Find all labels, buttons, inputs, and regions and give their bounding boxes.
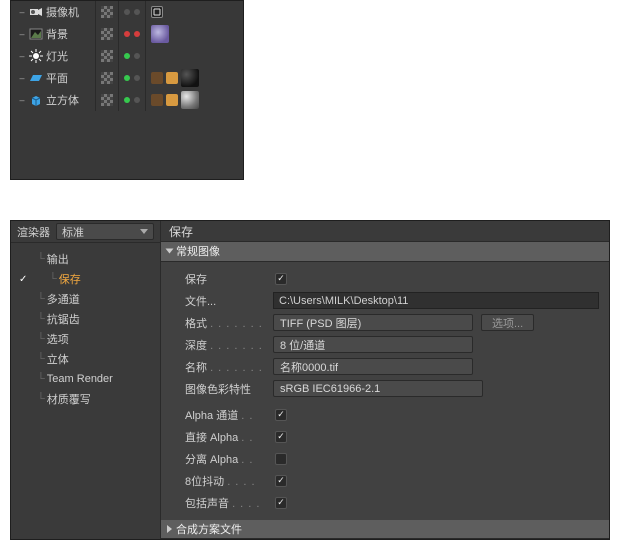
tag-icon[interactable] bbox=[166, 72, 178, 84]
layer-icon[interactable] bbox=[101, 6, 113, 18]
visibility-editor-dot[interactable] bbox=[124, 9, 130, 15]
tree-toggle-icon[interactable]: – bbox=[17, 7, 27, 17]
nav-item-options[interactable]: └选项 bbox=[11, 329, 160, 349]
nav-item-stereo[interactable]: └立体 bbox=[11, 349, 160, 369]
color-profile-label: 图像色彩特性 bbox=[185, 384, 251, 396]
alpha-checkbox[interactable] bbox=[275, 409, 287, 421]
tree-toggle-icon[interactable]: – bbox=[17, 29, 27, 39]
tree-toggle-icon[interactable]: – bbox=[17, 95, 27, 105]
light-icon bbox=[29, 49, 43, 63]
visibility-render-dot[interactable] bbox=[134, 53, 140, 59]
material-tag[interactable] bbox=[181, 91, 199, 109]
dither-checkbox[interactable] bbox=[275, 475, 287, 487]
visibility-render-dot[interactable] bbox=[134, 75, 140, 81]
nav-item-antialias[interactable]: └抗锯齿 bbox=[11, 309, 160, 329]
material-tag[interactable] bbox=[151, 25, 169, 43]
layer-icon[interactable] bbox=[101, 50, 113, 62]
object-row-light[interactable]: – 灯光 bbox=[11, 45, 243, 67]
alpha-label: Alpha 通道 bbox=[185, 410, 238, 422]
file-path-input[interactable]: C:\Users\MILK\Desktop\11 bbox=[273, 292, 599, 309]
background-icon bbox=[29, 27, 43, 41]
material-tag[interactable] bbox=[181, 69, 199, 87]
object-label: 立方体 bbox=[46, 92, 95, 108]
nav-item-output[interactable]: └输出 bbox=[11, 249, 160, 269]
format-label: 格式 bbox=[185, 318, 207, 330]
object-row-camera[interactable]: – 摄像机 bbox=[11, 1, 243, 23]
nav-item-multipass[interactable]: └多通道 bbox=[11, 289, 160, 309]
tag-icon[interactable] bbox=[151, 94, 163, 106]
dither-label: 8位抖动 bbox=[185, 476, 224, 488]
renderer-label: 渲染器 bbox=[17, 224, 50, 240]
visibility-render-dot[interactable] bbox=[134, 97, 140, 103]
cube-icon bbox=[29, 93, 43, 107]
file-label: 文件... bbox=[185, 296, 216, 308]
settings-nav: └输出 ✓└保存 └多通道 └抗锯齿 └选项 └立体 └Team Render … bbox=[11, 243, 160, 409]
sound-label: 包括声音 bbox=[185, 498, 229, 510]
name-dropdown[interactable]: 名称0000.tif bbox=[273, 358, 473, 375]
tag-icon[interactable] bbox=[166, 94, 178, 106]
target-tag-icon[interactable] bbox=[151, 6, 163, 18]
renderer-dropdown[interactable]: 标准 bbox=[56, 223, 154, 240]
depth-label: 深度 bbox=[185, 340, 207, 352]
disclosure-triangle-icon bbox=[167, 525, 172, 533]
render-settings-panel: 渲染器 标准 └输出 ✓└保存 └多通道 └抗锯齿 └选项 └立体 └Team … bbox=[10, 220, 610, 540]
layer-icon[interactable] bbox=[101, 72, 113, 84]
color-profile-dropdown[interactable]: sRGB IEC61966-2.1 bbox=[273, 380, 483, 397]
settings-sidebar: 渲染器 标准 └输出 ✓└保存 └多通道 └抗锯齿 └选项 └立体 └Team … bbox=[11, 221, 161, 539]
disclosure-triangle-icon bbox=[166, 249, 174, 254]
object-label: 摄像机 bbox=[46, 4, 95, 20]
renderer-value: 标准 bbox=[62, 224, 84, 240]
section-compositing-file[interactable]: 合成方案文件 bbox=[161, 520, 609, 539]
page-title: 保存 bbox=[161, 221, 609, 242]
layer-icon[interactable] bbox=[101, 28, 113, 40]
plane-icon bbox=[29, 71, 43, 85]
visibility-render-dot[interactable] bbox=[134, 9, 140, 15]
object-row-plane[interactable]: – 平面 bbox=[11, 67, 243, 89]
chevron-down-icon bbox=[140, 229, 148, 234]
format-dropdown[interactable]: TIFF (PSD 图层) bbox=[273, 314, 473, 331]
object-label: 灯光 bbox=[46, 48, 95, 64]
tree-toggle-icon[interactable]: – bbox=[17, 73, 27, 83]
visibility-render-dot[interactable] bbox=[134, 31, 140, 37]
layer-icon[interactable] bbox=[101, 94, 113, 106]
visibility-editor-dot[interactable] bbox=[124, 75, 130, 81]
visibility-editor-dot[interactable] bbox=[124, 97, 130, 103]
nav-item-material-override[interactable]: └材质覆写 bbox=[11, 389, 160, 409]
include-sound-checkbox[interactable] bbox=[275, 497, 287, 509]
visibility-editor-dot[interactable] bbox=[124, 53, 130, 59]
object-row-background[interactable]: – 背景 bbox=[11, 23, 243, 45]
object-row-cube[interactable]: – 立方体 bbox=[11, 89, 243, 111]
save-checkbox[interactable] bbox=[275, 273, 287, 285]
depth-dropdown[interactable]: 8 位/通道 bbox=[273, 336, 473, 353]
camera-icon bbox=[29, 5, 43, 19]
name-label: 名称 bbox=[185, 362, 207, 374]
visibility-editor-dot[interactable] bbox=[124, 31, 130, 37]
section-regular-image[interactable]: 常规图像 bbox=[161, 242, 609, 261]
separate-alpha-label: 分离 Alpha bbox=[185, 454, 238, 466]
separate-alpha-checkbox[interactable] bbox=[275, 453, 287, 465]
save-checkbox-label: 保存 bbox=[185, 274, 207, 286]
object-label: 背景 bbox=[46, 26, 95, 42]
object-label: 平面 bbox=[46, 70, 95, 86]
tree-toggle-icon[interactable]: – bbox=[17, 51, 27, 61]
object-manager: – 摄像机 – 背景 bbox=[10, 0, 244, 180]
straight-alpha-label: 直接 Alpha bbox=[185, 432, 238, 444]
nav-item-save[interactable]: ✓└保存 bbox=[11, 269, 160, 289]
straight-alpha-checkbox[interactable] bbox=[275, 431, 287, 443]
tag-icon[interactable] bbox=[151, 72, 163, 84]
settings-content: 保存 常规图像 保存 文件... C:\Users\MILK\Desktop\1… bbox=[161, 221, 609, 539]
nav-item-teamrender[interactable]: └Team Render bbox=[11, 369, 160, 389]
options-button[interactable]: 选项... bbox=[481, 314, 534, 331]
